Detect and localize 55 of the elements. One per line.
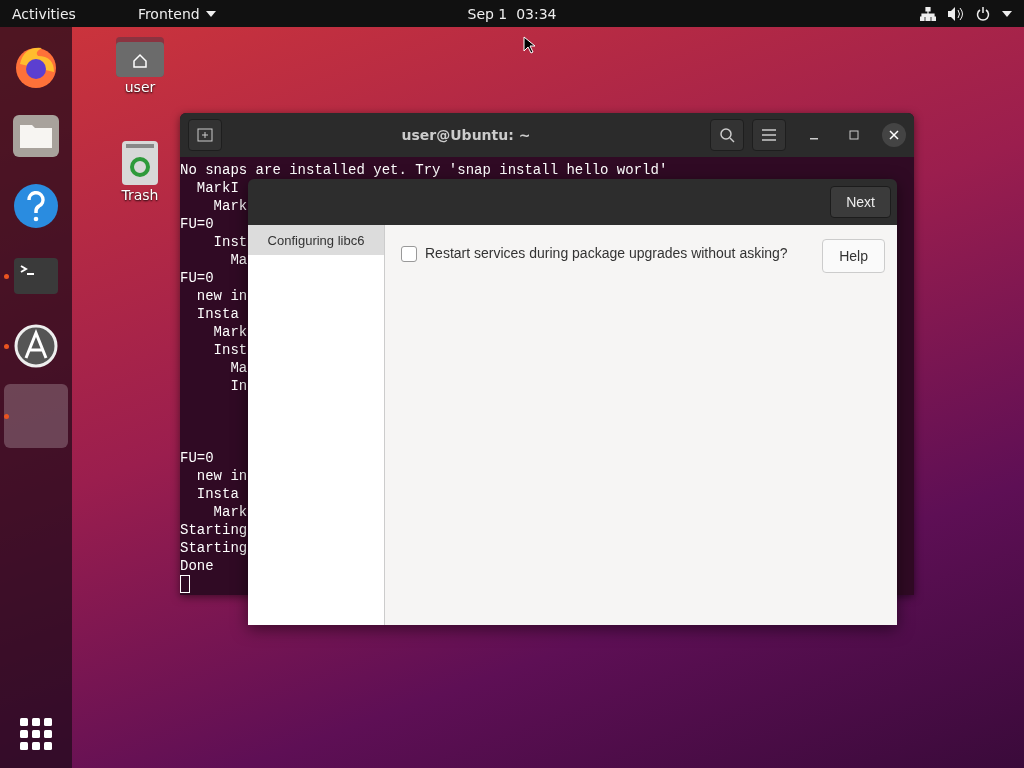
power-icon[interactable] [976, 6, 990, 21]
terminal-line: Mark [212, 503, 248, 521]
terminal-line: FU=0 [180, 215, 214, 233]
checkbox[interactable] [401, 246, 417, 262]
window-title: user@Ubuntu: ~ [400, 127, 532, 143]
checkbox-label[interactable]: Restart services during package upgrades without asking? [425, 245, 815, 261]
close-icon [889, 130, 899, 140]
close-button[interactable] [882, 123, 906, 147]
minimize-icon [809, 138, 819, 140]
terminal-line: FU=0 [180, 269, 214, 287]
app-grid-icon[interactable] [20, 718, 52, 750]
search-button[interactable] [710, 119, 744, 151]
desktop-icon-label[interactable]: Trash [121, 187, 159, 203]
terminal-line: Ma [229, 251, 248, 269]
search-icon [719, 127, 735, 143]
terminal-line: new in [195, 287, 248, 305]
terminal-line: Done [180, 557, 214, 575]
menu-icon [762, 129, 776, 141]
menu-button[interactable] [752, 119, 786, 151]
new-tab-button[interactable] [188, 119, 222, 151]
folder-icon [13, 115, 59, 157]
desktop-icon-label[interactable]: user [124, 79, 156, 95]
activities-button[interactable]: Activities [12, 5, 76, 22]
network-icon[interactable] [920, 6, 936, 21]
app-menu[interactable]: Frontend [137, 5, 200, 22]
caret-icon[interactable] [1002, 10, 1012, 17]
trash-icon[interactable] [122, 141, 158, 185]
software-store-icon [14, 324, 58, 368]
next-button[interactable]: Next [830, 186, 891, 218]
mouse-pointer-icon [523, 36, 535, 54]
text-cursor [180, 575, 190, 593]
terminal-line: Insta [195, 305, 239, 323]
terminal-line: Inst [212, 233, 248, 251]
sidebar-item[interactable]: Configuring libc6 [248, 225, 384, 255]
terminal-line: Mark [212, 197, 248, 215]
terminal-line: MarkI [195, 179, 239, 197]
terminal-line: Inst [212, 341, 248, 359]
terminal-line: Ma [229, 359, 248, 377]
clock[interactable]: Sep 1 03:34 [467, 5, 557, 22]
terminal-line: new in [195, 467, 248, 485]
terminal-line: FU=0 [180, 449, 214, 467]
help-button[interactable]: Help [822, 239, 885, 273]
new-tab-icon [197, 128, 213, 142]
maximize-icon [849, 130, 859, 140]
help-icon [13, 183, 59, 229]
terminal-line: Insta [195, 485, 239, 503]
caret-icon[interactable] [205, 10, 216, 17]
terminal-line: No snaps are installed yet. Try 'snap install hello world' [180, 161, 668, 179]
home-folder-icon[interactable] [116, 37, 164, 77]
terminal-line: In [229, 377, 248, 395]
terminal-line: Starting [180, 539, 248, 557]
terminal-line: Starting [180, 521, 248, 539]
volume-icon[interactable] [948, 6, 964, 21]
terminal-line: Mark [212, 323, 248, 341]
terminal-icon [14, 258, 58, 294]
